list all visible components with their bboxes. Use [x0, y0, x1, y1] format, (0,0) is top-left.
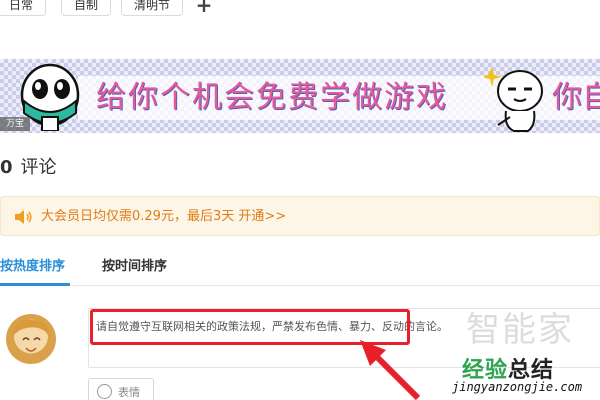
speaker-icon — [15, 210, 32, 224]
vip-notice-text[interactable]: 大会员日均仅需0.29元，最后3天 开通>> — [41, 208, 286, 226]
active-tab-indicator — [0, 283, 70, 286]
tag-item[interactable]: 日常 — [0, 0, 46, 16]
tab-sort-by-hot[interactable]: 按热度排序 — [0, 258, 65, 276]
mascot-right-icon — [484, 67, 543, 132]
smiley-icon — [97, 384, 112, 399]
arrow-annotation-icon — [360, 340, 421, 400]
avatar-face-icon — [12, 319, 50, 352]
tab-sort-by-time[interactable]: 按时间排序 — [102, 258, 167, 276]
avatar[interactable] — [6, 314, 56, 364]
comments-title: 评论 — [20, 157, 57, 178]
watermark-url: jingyanzongjie.com — [452, 380, 583, 394]
banner-headline-overflow: 你自 — [552, 80, 600, 115]
comment-count: 0 — [0, 157, 13, 178]
banner-badge: 万宝 — [0, 117, 30, 131]
banner-headline: 给你个机会免费学做游戏 — [96, 80, 448, 115]
sort-tabs: 按热度排序 按时间排序 — [0, 252, 600, 286]
add-tag-button[interactable]: + — [193, 0, 215, 16]
tag-row: 日常 自制 清明节 + — [0, 0, 600, 18]
emoji-label: 表情 — [118, 386, 140, 399]
emoji-button[interactable]: 表情 — [88, 378, 154, 400]
tag-item[interactable]: 自制 — [61, 0, 111, 16]
tag-item[interactable]: 清明节 — [121, 0, 183, 16]
vip-notice-bar[interactable]: 大会员日均仅需0.29元，最后3天 开通>> — [0, 196, 600, 236]
comments-header: 0 评论 — [0, 153, 57, 179]
ad-banner[interactable]: 给你个机会免费学做游戏 你自 万宝 — [0, 59, 600, 133]
watermark-large: 智能家 — [466, 310, 574, 350]
